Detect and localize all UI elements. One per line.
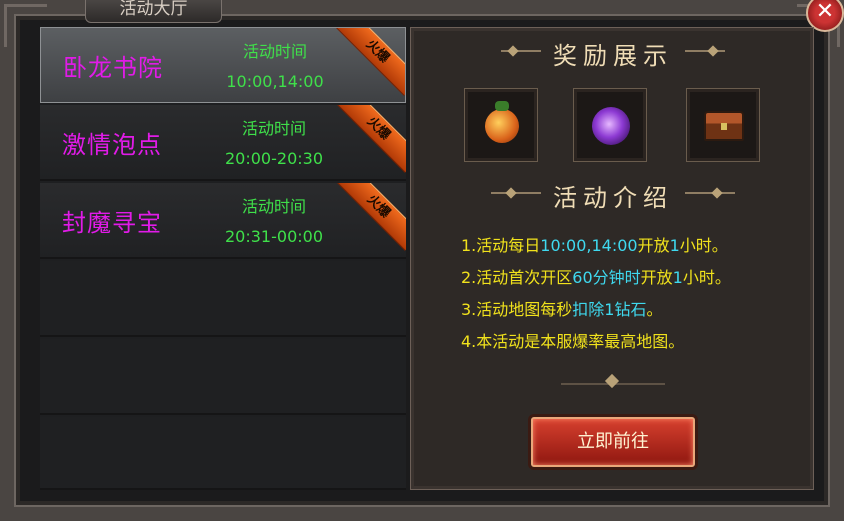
hot-badge: 火爆 (334, 183, 406, 251)
activity-time: 20:00-20:30 (225, 149, 323, 168)
go-now-button[interactable]: 立即前往 (531, 417, 695, 467)
intro-line-3: 3.活动地图每秒扣除1钻石。 (461, 296, 662, 320)
intro-text: 2.活动首次开区 (461, 268, 573, 287)
activity-time: 10:00,14:00 (226, 72, 324, 91)
hot-badge: 火爆 (334, 105, 406, 173)
activity-item-fengmo[interactable]: 封魔寻宝 活动时间 20:31-00:00 火爆 (40, 183, 406, 259)
intro-text: 。 (646, 300, 663, 319)
intro-line-2: 2.活动首次开区60分钟时开放1小时。 (461, 264, 731, 288)
intro-text: 1.活动每日 (461, 236, 541, 255)
activity-time-label: 活动时间 (242, 42, 307, 61)
empty-row (40, 339, 406, 415)
detail-panel: 奖励展示 活动介绍 1.活动每日10:00,14:00开放1小时。 2.活动首次… (410, 27, 814, 490)
empty-row (40, 417, 406, 490)
activity-name: 卧龙书院 (63, 54, 163, 82)
reward-slot[interactable] (573, 88, 647, 162)
treasure-chest-icon (704, 111, 744, 141)
intro-highlight: 10:00,14:00 (540, 236, 638, 255)
activity-list: 卧龙书院 活动时间 10:00,14:00 火爆 激情泡点 活动时间 20:00… (40, 27, 406, 490)
intro-text: 小时。 (679, 236, 728, 255)
activity-time-label: 活动时间 (241, 197, 306, 216)
intro-text: 小时。 (682, 268, 731, 287)
empty-row (40, 261, 406, 337)
rewards-title: 奖励展示 (553, 42, 673, 70)
intro-line-4: 4.本活动是本服爆率最高地图。 (461, 328, 684, 352)
intro-text: 开放 (637, 236, 670, 255)
lucky-bag-icon (485, 101, 519, 143)
intro-highlight: 1 (669, 236, 680, 255)
ornament (685, 50, 725, 52)
activity-time: 20:31-00:00 (225, 227, 323, 246)
activity-item-wolong[interactable]: 卧龙书院 活动时间 10:00,14:00 火爆 (40, 27, 406, 103)
purple-rose-icon (592, 107, 630, 145)
ornament (604, 373, 620, 389)
reward-slot[interactable] (464, 88, 538, 162)
intro-title: 活动介绍 (553, 184, 673, 212)
activity-time-label: 活动时间 (241, 119, 306, 138)
intro-text: 3.活动地图每秒 (461, 300, 573, 319)
ornament (685, 192, 735, 194)
activity-name: 激情泡点 (62, 131, 162, 159)
intro-highlight: 扣除1钻石 (572, 300, 647, 319)
intro-highlight: 1 (672, 268, 683, 287)
window-title: 活动大厅 (85, 0, 222, 23)
activity-item-jiqing[interactable]: 激情泡点 活动时间 20:00-20:30 火爆 (40, 105, 406, 181)
intro-highlight: 60分钟时 (572, 268, 641, 287)
activity-name: 封魔寻宝 (62, 209, 162, 237)
intro-text: 4.本活动是本服爆率最高地图。 (461, 332, 685, 351)
intro-text: 开放 (640, 268, 673, 287)
reward-slot[interactable] (686, 88, 760, 162)
intro-line-1: 1.活动每日10:00,14:00开放1小时。 (461, 232, 728, 256)
